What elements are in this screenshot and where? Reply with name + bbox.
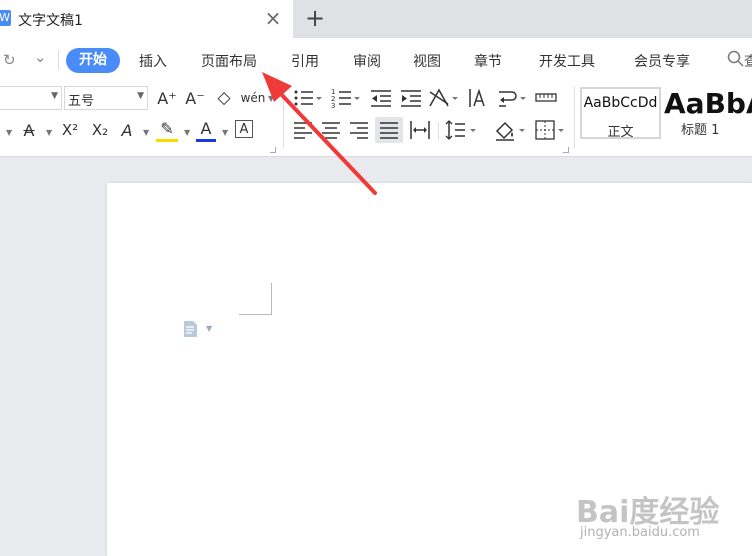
margin-corner-mark	[239, 283, 272, 315]
chevron-down-icon[interactable]: ▼	[46, 128, 52, 137]
text-effect-icon[interactable]: A	[117, 118, 137, 142]
customize-quick-access-icon[interactable]: ⌄	[34, 48, 47, 66]
tab-developer-tools[interactable]: 开发工具	[539, 51, 595, 71]
document-tab[interactable]: W 文字文稿1 ×	[0, 0, 293, 38]
increase-indent-icon[interactable]	[399, 86, 423, 110]
distributed-align-icon[interactable]	[409, 118, 431, 142]
chevron-down-icon[interactable]: ▼	[206, 324, 212, 333]
close-tab-icon[interactable]: ×	[262, 7, 284, 29]
font-size-value: 五号	[68, 94, 95, 109]
highlight-color-icon[interactable]: ✎	[156, 118, 178, 142]
grow-font-icon[interactable]: A⁺	[156, 86, 178, 110]
menu-row: ↻ ⌄ 开始 插入 页面布局 引用 审阅 视图 章节 开发工具 会员专享 查	[0, 38, 752, 82]
font-dialog-launcher-icon[interactable]	[270, 147, 276, 153]
chevron-down-icon[interactable]: ▼	[184, 128, 190, 137]
divider	[574, 86, 575, 148]
tab-home[interactable]: 开始	[66, 48, 120, 73]
chevron-down-icon[interactable]: ▼	[143, 128, 149, 137]
subscript-icon[interactable]: X₂	[88, 118, 112, 142]
text-direction-icon[interactable]	[466, 86, 490, 110]
style-heading-1[interactable]: AaBbA 标题 1	[664, 87, 752, 139]
shrink-font-icon[interactable]: A⁻	[184, 86, 206, 110]
watermark-url: jingyan.baidu.com	[580, 525, 700, 540]
borders-icon[interactable]	[534, 118, 566, 142]
chevron-down-icon[interactable]: ▼	[6, 128, 12, 137]
line-spacing-icon[interactable]	[445, 118, 479, 142]
style-heading-1-sample: AaBbA	[664, 87, 752, 120]
divider	[283, 86, 284, 148]
divider	[438, 122, 439, 140]
align-right-icon[interactable]	[349, 118, 369, 142]
chinese-layout-icon[interactable]	[428, 86, 460, 110]
style-normal-sample: AaBbCcDd	[583, 95, 658, 111]
decrease-indent-icon[interactable]	[369, 86, 393, 110]
ribbon: ↻ ⌄ 开始 插入 页面布局 引用 审阅 视图 章节 开发工具 会员专享 查 ▼…	[0, 38, 752, 157]
align-center-icon[interactable]	[321, 118, 341, 142]
search-icon[interactable]	[727, 50, 745, 68]
style-normal[interactable]: AaBbCcDd 正文	[580, 87, 661, 140]
line-break-icon[interactable]	[496, 86, 528, 110]
align-left-icon[interactable]	[293, 118, 313, 142]
clear-format-icon[interactable]: ◇	[213, 86, 235, 110]
chevron-down-icon: ▼	[51, 91, 58, 101]
tab-member[interactable]: 会员专享	[634, 51, 690, 71]
character-border-icon[interactable]: A	[235, 120, 253, 138]
tab-references[interactable]: 引用	[291, 51, 319, 71]
document-title: 文字文稿1	[18, 13, 83, 29]
ruler-icon[interactable]	[534, 86, 558, 110]
font-size-select[interactable]: 五号 ▼	[64, 86, 148, 110]
new-tab-icon[interactable]: +	[302, 5, 328, 31]
numbered-list-icon[interactable]: 1 2 3	[331, 86, 361, 110]
font-name-select[interactable]: ▼	[0, 86, 62, 110]
wps-writer-icon: W	[0, 10, 11, 26]
svg-text:3: 3	[331, 102, 335, 110]
shading-icon[interactable]	[494, 118, 528, 142]
watermark: Bai度经验 jingyan.baidu.com	[576, 487, 746, 549]
style-heading-1-label: 标题 1	[681, 123, 720, 138]
divider	[58, 50, 59, 70]
paragraph-layout-icon[interactable]	[182, 320, 200, 338]
tab-view[interactable]: 视图	[413, 51, 441, 71]
chevron-down-icon[interactable]: ▼	[222, 128, 228, 137]
justify-icon[interactable]	[375, 117, 403, 143]
tab-insert[interactable]: 插入	[139, 51, 167, 71]
style-normal-label: 正文	[607, 125, 634, 140]
search-label[interactable]: 查	[744, 51, 752, 71]
tab-section[interactable]: 章节	[474, 51, 502, 71]
redo-icon[interactable]: ↻	[3, 51, 16, 69]
phonetic-guide-icon[interactable]: wén	[241, 86, 266, 110]
chevron-down-icon: ▼	[137, 91, 144, 101]
title-bar: W 文字文稿1 × +	[0, 0, 752, 38]
tab-review[interactable]: 审阅	[353, 51, 381, 71]
font-color-icon[interactable]: A	[196, 118, 216, 142]
superscript-icon[interactable]: X²	[58, 118, 82, 142]
tab-page-layout[interactable]: 页面布局	[201, 51, 257, 71]
strikethrough-icon[interactable]: A	[18, 118, 40, 142]
bullet-list-icon[interactable]	[293, 86, 323, 110]
chevron-down-icon[interactable]: ▼	[268, 94, 274, 103]
paragraph-dialog-launcher-icon[interactable]	[563, 147, 569, 153]
